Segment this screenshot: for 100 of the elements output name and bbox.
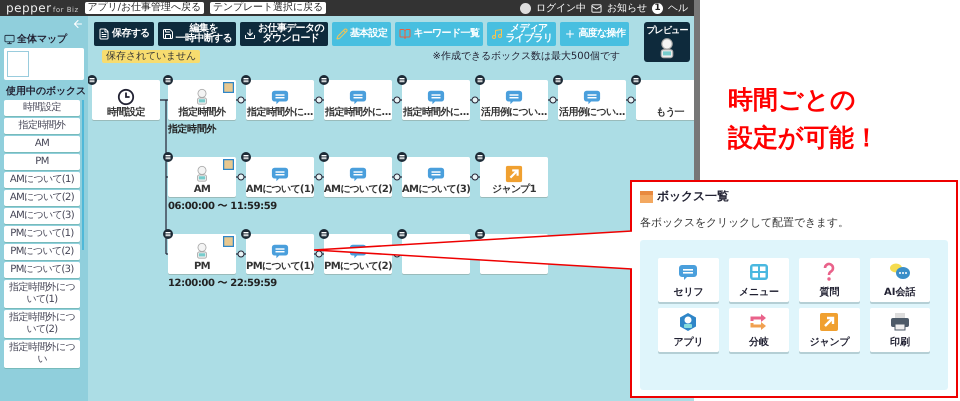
box-list-item[interactable]: PMについて(3) xyxy=(4,262,80,278)
sidebar-title: 全体マップ xyxy=(17,32,67,46)
node-label: 時間設定 xyxy=(107,107,145,118)
node-menu-icon[interactable] xyxy=(319,75,329,85)
box-list-item[interactable]: 指定時間外につい xyxy=(4,340,80,368)
notice-count: 1 xyxy=(652,2,663,14)
box-list-item[interactable]: 時間設定 xyxy=(4,100,80,116)
node-menu-icon[interactable] xyxy=(631,75,641,85)
save-status: 保存されていません xyxy=(102,50,200,62)
node-label: AM xyxy=(194,184,210,195)
box-list-item[interactable]: AMについて(1) xyxy=(4,172,80,188)
box-tile[interactable]: 分岐 xyxy=(728,308,789,352)
node-menu-icon[interactable] xyxy=(397,229,407,239)
plus-icon xyxy=(564,28,576,40)
preview-button[interactable]: プレビュー xyxy=(644,22,690,62)
clock-icon xyxy=(117,88,135,106)
node-menu-icon[interactable] xyxy=(241,75,251,85)
box-list-item[interactable]: AMについて(2) xyxy=(4,190,80,206)
avatar-icon xyxy=(520,2,531,14)
connector xyxy=(470,174,480,180)
scrollbar[interactable] xyxy=(694,0,700,180)
box-icon xyxy=(640,190,653,202)
node-menu-icon[interactable] xyxy=(475,75,485,85)
speech-bubble-icon xyxy=(349,88,367,106)
scrollbar[interactable] xyxy=(82,100,84,250)
nav-link[interactable]: テンプレート選択に戻る xyxy=(210,2,326,14)
box-tile[interactable]: セリフ xyxy=(658,258,718,302)
window-icon xyxy=(223,159,234,170)
box-list-item[interactable]: PMについて(1) xyxy=(4,226,80,242)
box-list-item[interactable]: 指定時間外について(2) xyxy=(4,310,80,338)
printer-icon xyxy=(890,312,910,332)
node-menu-icon[interactable] xyxy=(241,229,251,239)
node-menu-icon[interactable] xyxy=(553,75,563,85)
node-label: AMについて(3) xyxy=(402,184,470,195)
node-menu-icon[interactable] xyxy=(163,75,173,85)
node-menu-icon[interactable] xyxy=(163,229,173,239)
annotation-text: 時間ごとの xyxy=(728,84,857,116)
box-tile[interactable]: 質問 xyxy=(799,258,860,302)
node-label: ジャンプ1 xyxy=(492,184,536,195)
download-icon xyxy=(244,28,256,40)
mail-icon[interactable] xyxy=(591,2,602,14)
node-menu-icon[interactable] xyxy=(163,152,173,162)
panel-title: ボックス一覧 xyxy=(657,188,729,205)
toolbar-button[interactable]: 編集を 一時中断する xyxy=(158,22,236,46)
box-limit-note: ※作成できるボックス数は最大500個です xyxy=(432,50,620,63)
box-list-item[interactable]: AM xyxy=(4,136,80,152)
notice-link[interactable]: お知らせ xyxy=(607,1,647,15)
connector xyxy=(314,96,324,104)
book-icon xyxy=(399,28,412,40)
node-menu-icon[interactable] xyxy=(88,75,97,85)
box-tile[interactable]: アプリ xyxy=(658,308,718,352)
music-note-icon xyxy=(491,28,504,40)
box-tile[interactable]: AI会話 xyxy=(870,258,930,302)
box-tile[interactable]: メニュー xyxy=(728,258,789,302)
node-label: もう一 xyxy=(656,107,684,118)
connector xyxy=(314,250,324,258)
robot-badge-icon xyxy=(678,312,698,332)
node-caption: 06:00:00 〜 11:59:59 xyxy=(168,200,277,213)
connector xyxy=(626,96,636,104)
node-label: AMについて(2) xyxy=(324,184,392,195)
nav-link[interactable]: アプリ/お仕事管理へ戻る xyxy=(84,2,204,14)
node-label: AMについて(1) xyxy=(246,184,314,195)
grid-icon xyxy=(748,262,769,282)
monitor-icon xyxy=(4,34,15,44)
connector xyxy=(236,250,246,258)
node-menu-icon[interactable] xyxy=(475,229,485,239)
box-list-item[interactable]: 指定時間外 xyxy=(4,118,80,134)
annotation-text: 設定が可能！ xyxy=(728,122,880,154)
node-menu-icon[interactable] xyxy=(241,152,251,162)
connector xyxy=(392,174,402,180)
node-label: 指定時間外に... xyxy=(247,107,313,118)
node-menu-icon[interactable] xyxy=(397,75,407,85)
box-tile[interactable]: 印刷 xyxy=(870,308,930,352)
node-caption: 指定時間外 xyxy=(168,122,216,136)
speech-bubble-icon xyxy=(427,165,445,183)
node-label: PMについて(1) xyxy=(246,261,314,272)
document-icon xyxy=(98,28,110,40)
box-tile[interactable]: ジャンプ xyxy=(799,308,860,352)
speech-bubble-icon xyxy=(505,88,523,106)
node-menu-icon[interactable] xyxy=(475,152,485,162)
box-list-item[interactable]: AMについて(3) xyxy=(4,208,80,224)
connector xyxy=(470,96,480,104)
node-menu-icon[interactable] xyxy=(397,152,407,162)
connector xyxy=(392,96,402,104)
box-list-item[interactable]: PM xyxy=(4,154,80,170)
node-menu-icon[interactable] xyxy=(319,229,329,239)
node-label: 活用例につい... xyxy=(559,107,625,118)
node-label: PMについて(2) xyxy=(324,261,392,272)
box-list-item[interactable]: PMについて(2) xyxy=(4,244,80,260)
speech-bubble-icon xyxy=(349,165,367,183)
node-menu-icon[interactable] xyxy=(319,152,329,162)
toolbar-button[interactable]: お仕事データの ダウンロード xyxy=(240,22,328,46)
speech-bubble-icon xyxy=(271,165,289,183)
help-link[interactable]: ヘル xyxy=(668,1,688,15)
box-list-item[interactable]: 指定時間外について(1) xyxy=(4,280,80,308)
connector xyxy=(314,174,324,180)
pencil-icon xyxy=(336,28,348,40)
chat-bubbles-icon xyxy=(888,262,911,282)
sidebar-title: 使用中のボックス xyxy=(6,84,86,98)
toolbar-button[interactable]: 保存する xyxy=(94,22,154,46)
